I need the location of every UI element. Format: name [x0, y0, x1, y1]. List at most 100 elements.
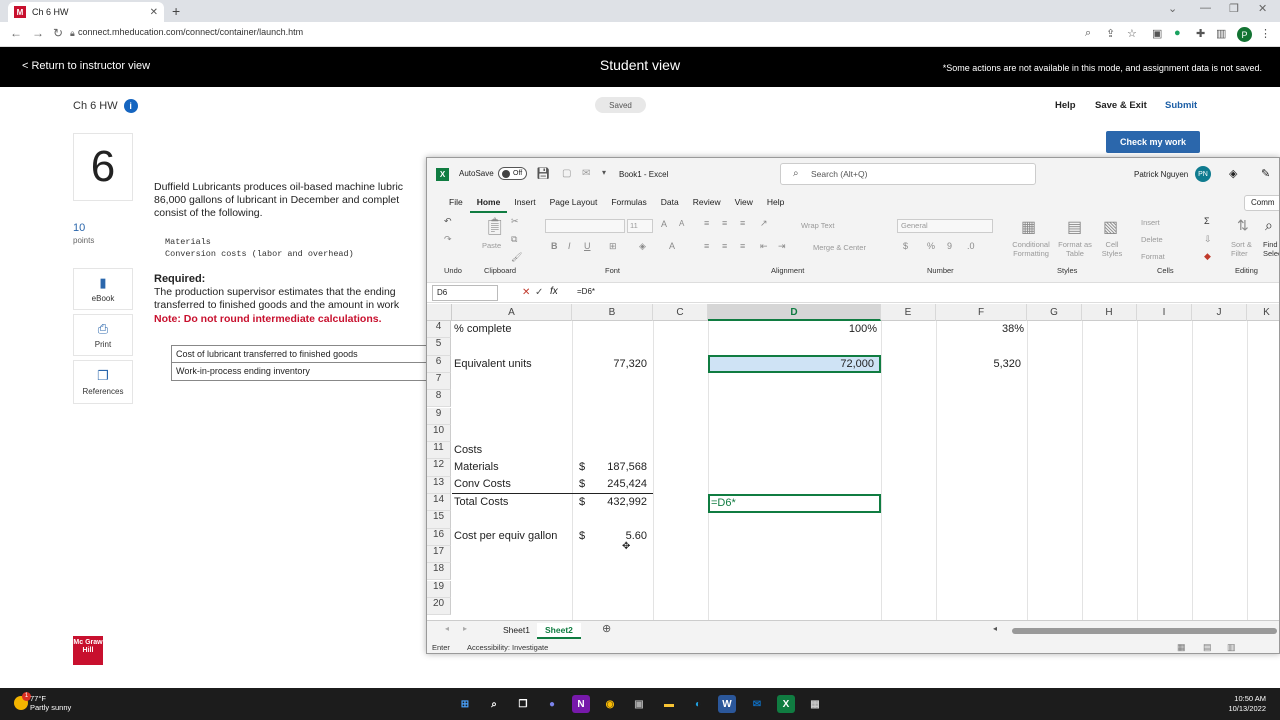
column-header[interactable]: B — [572, 304, 653, 321]
formula-input[interactable]: =D6* — [577, 287, 595, 296]
browser-tab[interactable]: M Ch 6 HW ✕ — [8, 2, 164, 22]
font-color-icon[interactable]: A — [669, 241, 675, 251]
reload-icon[interactable]: ↻ — [53, 26, 63, 40]
chrome-icon[interactable]: ◉ — [601, 695, 619, 713]
decrease-indent-icon[interactable]: ⇤ — [760, 241, 768, 252]
row-number[interactable]: 17 — [427, 545, 451, 564]
chat-icon[interactable]: ● — [543, 695, 561, 713]
page-break-icon[interactable]: ▥ — [1227, 642, 1236, 653]
orientation-icon[interactable]: ↗ — [760, 218, 768, 229]
qat-dropdown-icon[interactable]: ▾ — [602, 168, 606, 177]
menu-home[interactable]: Home — [469, 191, 508, 213]
row-number[interactable]: 19 — [427, 580, 451, 598]
fill-color-icon[interactable]: ◈ — [639, 241, 646, 252]
add-sheet-icon[interactable]: ⊕ — [602, 622, 611, 635]
menu-page-layout[interactable]: Page Layout — [543, 191, 605, 213]
comments-button[interactable]: Comm — [1244, 195, 1279, 211]
clock[interactable]: 10:50 AM 10/13/2022 — [1228, 694, 1266, 714]
cell-a14[interactable]: Total Costs — [454, 494, 508, 511]
puzzle-icon[interactable]: ✚ — [1196, 27, 1205, 40]
align-bottom-icon[interactable]: ≡ — [740, 218, 745, 228]
sort-filter-icon[interactable]: ⇅ — [1237, 217, 1249, 234]
format-table-icon[interactable]: ▤ — [1067, 217, 1082, 237]
share-icon[interactable]: ⇪ — [1106, 27, 1115, 40]
bookmark-star-icon[interactable]: ☆ — [1127, 27, 1137, 40]
column-header[interactable]: J — [1192, 304, 1247, 321]
pen-icon[interactable]: ✎ — [1261, 167, 1270, 180]
store-icon[interactable]: ▣ — [630, 695, 648, 713]
help-link[interactable]: Help — [1055, 100, 1076, 111]
sheet-tab-sheet2[interactable]: Sheet2 — [537, 623, 581, 639]
find-select-label[interactable]: Find & Select — [1263, 240, 1279, 258]
number-format-select[interactable]: General — [897, 219, 993, 233]
row-number[interactable]: 9 — [427, 407, 451, 425]
edge-icon[interactable]: ◐ — [689, 695, 707, 713]
clear-icon[interactable]: ◆ — [1204, 251, 1211, 262]
format-cells-button[interactable]: Format — [1141, 252, 1165, 261]
column-header[interactable]: E — [881, 304, 936, 321]
menu-review[interactable]: Review — [686, 191, 728, 213]
column-header[interactable]: K — [1247, 304, 1279, 321]
font-size-select[interactable]: 11 — [627, 219, 653, 233]
sheet-tab-sheet1[interactable]: Sheet1 — [495, 623, 538, 637]
file-explorer-icon[interactable]: ▬ — [660, 695, 678, 713]
prev-sheet-icon[interactable]: ◂ — [445, 624, 449, 633]
calculator-icon[interactable]: ▦ — [806, 695, 824, 713]
menu-formulas[interactable]: Formulas — [604, 191, 653, 213]
cell-d6[interactable]: 72,000 — [757, 356, 874, 373]
weather-widget[interactable]: 77°F Partly sunny — [30, 694, 71, 712]
cell-b12[interactable]: 187,568 — [587, 459, 647, 476]
autosave-toggle[interactable]: Off — [498, 167, 527, 180]
column-header[interactable]: G — [1027, 304, 1082, 321]
back-icon[interactable]: ← — [10, 26, 22, 40]
cut-icon[interactable]: ✂ — [511, 216, 519, 227]
mail-icon[interactable]: ✉ — [748, 695, 766, 713]
currency-icon[interactable]: $ — [903, 241, 908, 251]
menu-file[interactable]: File — [442, 191, 470, 213]
word-icon[interactable]: W — [718, 695, 736, 713]
scroll-left-icon[interactable]: ◂ — [993, 624, 997, 633]
cell-styles-icon[interactable]: ▧ — [1103, 217, 1118, 237]
conditional-format-icon[interactable]: ▦ — [1021, 217, 1036, 237]
grow-font-icon[interactable]: A — [661, 219, 667, 229]
increase-indent-icon[interactable]: ⇥ — [778, 241, 786, 252]
fill-icon[interactable]: ⇩ — [1204, 234, 1212, 245]
onenote-icon[interactable]: N — [572, 695, 590, 713]
close-tab-icon[interactable]: ✕ — [150, 7, 158, 18]
grammarly-icon[interactable]: ● — [1174, 27, 1181, 39]
format-table-label[interactable]: Format as Table — [1057, 240, 1093, 258]
extension-icon[interactable]: ▣ — [1152, 27, 1162, 40]
bold-icon[interactable]: B — [551, 241, 558, 251]
align-top-icon[interactable]: ≡ — [704, 218, 709, 228]
column-header[interactable]: C — [653, 304, 708, 321]
row-number[interactable]: 4 — [427, 321, 451, 339]
function-icon[interactable]: fx — [550, 286, 558, 297]
forward-icon[interactable]: → — [32, 26, 44, 40]
minimize-icon[interactable]: — — [1200, 2, 1211, 14]
align-center-icon[interactable]: ≡ — [722, 241, 727, 251]
sidepanel-icon[interactable]: ▥ — [1216, 27, 1226, 40]
url-field[interactable]: connect.mheducation.com/connect/containe… — [78, 27, 303, 37]
cell-styles-label[interactable]: Cell Styles — [1097, 240, 1127, 258]
close-window-icon[interactable]: ✕ — [1258, 2, 1267, 15]
print-button[interactable]: ⎙ Print — [73, 314, 133, 356]
row-number[interactable]: 6 — [427, 355, 451, 373]
insert-cells-button[interactable]: Insert — [1141, 218, 1160, 227]
page-layout-icon[interactable]: ▤ — [1203, 642, 1212, 653]
excel-taskbar-icon[interactable]: X — [777, 695, 795, 713]
menu-kebab-icon[interactable]: ⋮ — [1260, 27, 1271, 40]
delete-cells-button[interactable]: Delete — [1141, 235, 1163, 244]
sort-filter-label[interactable]: Sort & Filter — [1231, 240, 1257, 258]
column-header[interactable]: H — [1082, 304, 1137, 321]
conditional-format-label[interactable]: Conditional Formatting — [1009, 240, 1053, 258]
enter-icon[interactable]: ✓ — [535, 287, 543, 298]
save-icon[interactable]: 💾︎ — [536, 167, 550, 180]
cell-b16[interactable]: 5.60 — [587, 528, 647, 545]
autosum-icon[interactable]: Σ — [1204, 216, 1210, 226]
find-select-icon[interactable]: ⌕ — [1265, 217, 1273, 234]
row-number[interactable]: 10 — [427, 424, 451, 443]
row-number[interactable]: 5 — [427, 338, 451, 356]
merge-center-button[interactable]: Merge & Center — [813, 243, 866, 252]
increase-decimal-icon[interactable]: .0 — [967, 241, 975, 251]
align-right-icon[interactable]: ≡ — [740, 241, 745, 251]
